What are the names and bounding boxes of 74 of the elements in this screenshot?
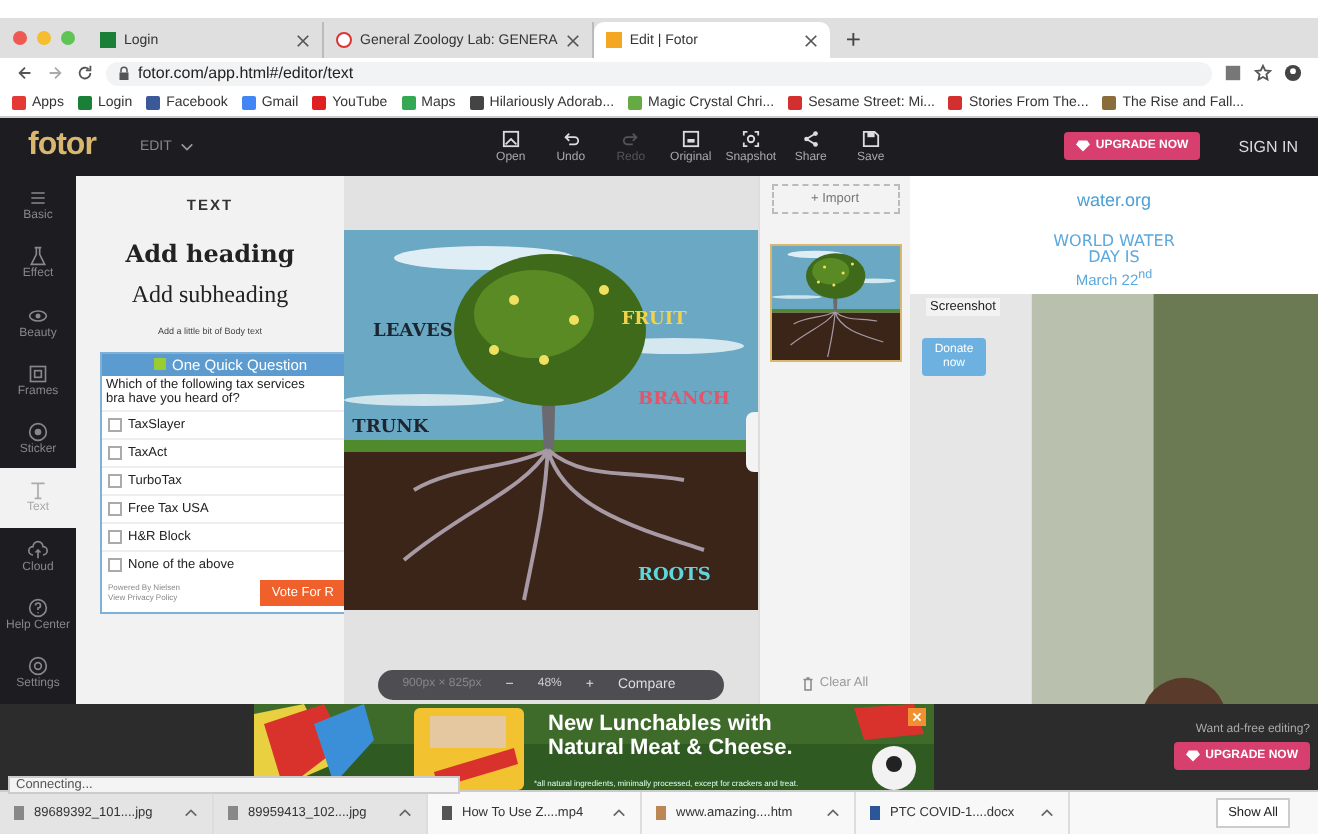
- address-field[interactable]: fotor.com/app.html#/editor/text: [106, 61, 1212, 85]
- lock-icon: [118, 65, 130, 81]
- collapse-handle[interactable]: [746, 411, 758, 472]
- bookmark-icon: [77, 95, 92, 109]
- new-tab-button[interactable]: +: [845, 26, 861, 54]
- caret-icon: [179, 141, 194, 152]
- account-icon[interactable]: [1284, 64, 1302, 82]
- subheading-preset[interactable]: Add subheading: [131, 279, 289, 310]
- file-icon: [14, 806, 24, 821]
- eye-icon: [28, 305, 48, 325]
- image-label: ROOTS: [637, 567, 711, 586]
- image-label: TRUNK: [352, 419, 429, 438]
- checkbox[interactable]: [108, 417, 122, 432]
- bookmark-icon: [312, 95, 327, 109]
- bookmark-icon: [469, 95, 484, 109]
- diamond-icon: [1075, 140, 1090, 153]
- sliders-icon: [28, 187, 48, 208]
- chevron-up-icon[interactable]: [612, 808, 626, 819]
- close-icon[interactable]: [803, 33, 818, 47]
- bookmark-icon: [1102, 95, 1117, 109]
- file-icon: [442, 806, 452, 821]
- share-icon: [801, 129, 820, 148]
- back-icon[interactable]: [16, 64, 34, 82]
- cloud-icon: [28, 539, 48, 560]
- bookmark-icon: [628, 95, 643, 109]
- redo-icon: [621, 129, 640, 148]
- star-icon[interactable]: [1254, 64, 1272, 82]
- file-icon: [870, 806, 880, 821]
- checkbox[interactable]: [108, 473, 122, 488]
- nielsen-logo-icon: [154, 358, 166, 371]
- bookmark-icon: [788, 95, 803, 109]
- bookmark-icon: [948, 95, 963, 109]
- image-thumbnail[interactable]: [769, 243, 901, 362]
- image-label: BRANCH: [637, 392, 730, 411]
- fotor-logo[interactable]: fotor: [28, 128, 96, 165]
- window-controls-icon[interactable]: [12, 30, 80, 46]
- reload-icon[interactable]: [76, 64, 94, 82]
- bookmark-icon: [146, 95, 161, 109]
- ad-headline: WORLD WATER DAY IS: [1052, 233, 1176, 267]
- trash-icon: [801, 675, 814, 692]
- checkbox[interactable]: [108, 445, 122, 460]
- picture-frame-icon: [681, 129, 700, 148]
- file-icon: [228, 806, 238, 821]
- frame-icon: [28, 363, 48, 384]
- sticker-icon: [28, 422, 48, 443]
- camera-icon: [741, 129, 760, 148]
- chevron-up-icon[interactable]: [1040, 808, 1054, 819]
- bookmark-icon: [401, 95, 416, 109]
- flask-icon: [28, 246, 48, 267]
- chevron-up-icon[interactable]: [826, 808, 840, 819]
- heading-preset[interactable]: Add heading: [125, 239, 295, 268]
- site-icon: [100, 32, 116, 48]
- site-icon: [605, 32, 622, 48]
- chevron-up-icon[interactable]: [398, 808, 412, 819]
- diamond-icon: [1185, 749, 1200, 762]
- bookmark-icon: [12, 95, 26, 109]
- chevron-up-icon[interactable]: [184, 808, 198, 819]
- help-icon: [28, 598, 48, 619]
- checkbox[interactable]: [108, 557, 122, 572]
- save-icon: [861, 129, 880, 148]
- close-icon[interactable]: [296, 33, 310, 47]
- site-icon: [336, 32, 352, 48]
- text-icon: [28, 480, 48, 501]
- image-icon: [501, 129, 520, 148]
- undo-icon: [561, 129, 580, 148]
- sign-in-link[interactable]: SIGN IN: [1238, 137, 1298, 156]
- image-label: LEAVES: [372, 324, 453, 343]
- settings-icon: [28, 656, 48, 677]
- checkbox[interactable]: [108, 501, 122, 516]
- checkbox[interactable]: [108, 529, 122, 544]
- bookmark-icon: [241, 95, 256, 109]
- file-icon: [656, 806, 666, 821]
- close-icon[interactable]: [565, 33, 580, 47]
- ad-headline: New Lunchables with Natural Meat & Cheese.: [548, 711, 795, 761]
